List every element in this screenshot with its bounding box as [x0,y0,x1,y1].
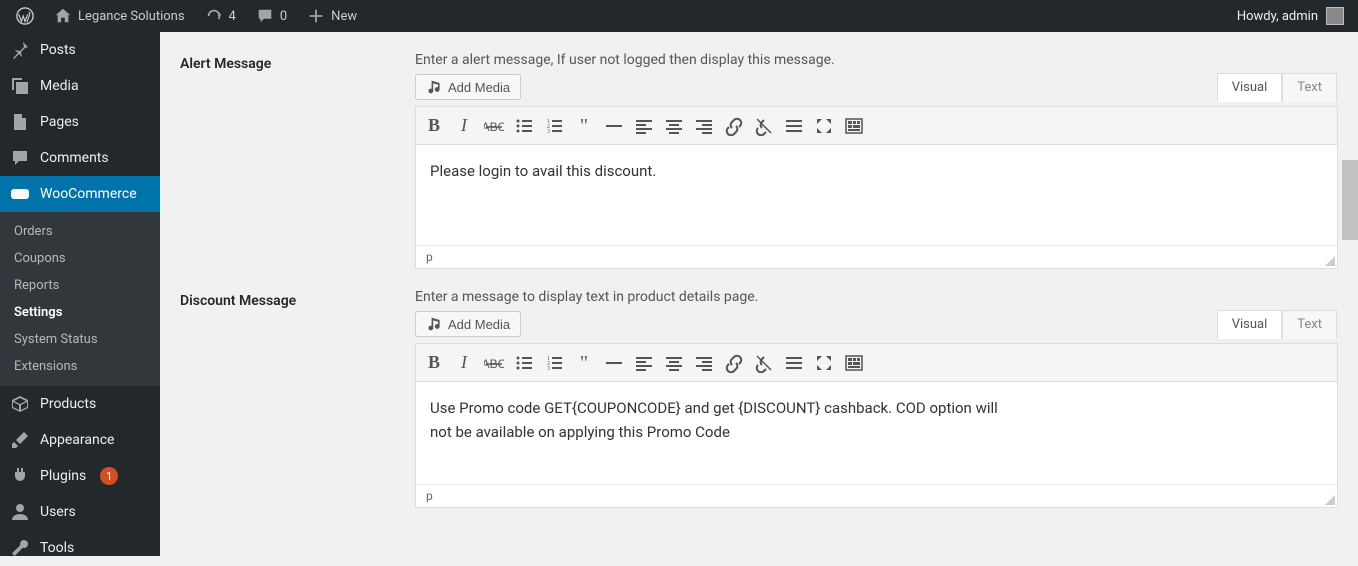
account-link[interactable]: Howdy, admin [1237,7,1350,25]
menu-pages[interactable]: Pages [0,104,160,140]
toolbar-toggle-button[interactable] [840,349,868,377]
wp-logo[interactable] [8,0,42,32]
strike-button[interactable] [480,349,508,377]
site-name-link[interactable]: Legance Solutions [46,0,193,32]
admin-sidebar: Posts Media Pages Comments WooCommerce O… [0,32,160,556]
woocommerce-submenu: Orders Coupons Reports Settings System S… [0,212,160,386]
tab-text[interactable]: Text [1282,73,1337,102]
resize-handle[interactable] [1323,254,1335,266]
bold-button[interactable]: B [420,349,448,377]
menu-posts[interactable]: Posts [0,32,160,68]
menu-media[interactable]: Media [0,68,160,104]
align-left-button[interactable] [630,112,658,140]
pin-icon [10,40,30,60]
alert-editor-body[interactable]: Please login to avail this discount. [416,145,1337,245]
plug-icon [10,466,30,486]
updates-link[interactable]: 4 [197,0,244,32]
menu-woocommerce[interactable]: WooCommerce [0,176,160,212]
media-note-icon [426,79,442,95]
home-icon [54,7,72,25]
menu-users[interactable]: Users [0,494,160,530]
quote-button[interactable] [570,112,598,140]
menu-comments[interactable]: Comments [0,140,160,176]
toolbar-toggle-button[interactable] [840,112,868,140]
plus-icon [307,7,325,25]
refresh-icon [205,7,223,25]
link-button[interactable] [720,112,748,140]
submenu-system-status[interactable]: System Status [0,326,160,353]
discount-editor: Visual Text B I [415,343,1338,508]
hr-button[interactable] [600,349,628,377]
tab-visual[interactable]: Visual [1217,310,1283,339]
italic-button[interactable]: I [450,349,478,377]
fullscreen-button[interactable] [810,349,838,377]
comments-link[interactable]: 0 [248,0,295,32]
submenu-extensions[interactable]: Extensions [0,353,160,380]
add-media-button[interactable]: Add Media [415,311,521,337]
menu-plugins[interactable]: Plugins1 [0,458,160,494]
cube-icon [10,394,30,414]
alert-editor: Visual Text B I [415,106,1338,269]
more-button[interactable] [780,349,808,377]
brush-icon [10,430,30,450]
admin-bar: Legance Solutions 4 0 New Howdy, admin [0,0,1358,32]
editor-status-bar: p [416,484,1337,507]
unlink-button[interactable] [750,112,778,140]
align-left-button[interactable] [630,349,658,377]
content-area: Alert Message Enter a alert message, If … [160,32,1358,556]
page-icon [10,112,30,132]
discount-editor-body[interactable]: Use Promo code GET{COUPONCODE} and get {… [416,382,1016,484]
comment-icon [256,7,274,25]
submenu-settings[interactable]: Settings [0,299,160,326]
new-content-link[interactable]: New [299,0,365,32]
italic-button[interactable]: I [450,112,478,140]
menu-products[interactable]: Products [0,386,160,422]
menu-tools[interactable]: Tools [0,530,160,566]
editor-toolbar: B I [416,344,1337,382]
comment-icon [10,148,30,168]
strike-button[interactable] [480,112,508,140]
bold-button[interactable]: B [420,112,448,140]
discount-message-row: Discount Message Enter a message to disp… [180,289,1338,508]
discount-message-desc: Enter a message to display text in produ… [415,289,1338,305]
align-center-button[interactable] [660,112,688,140]
plugins-update-badge: 1 [100,467,118,485]
fullscreen-button[interactable] [810,112,838,140]
submenu-coupons[interactable]: Coupons [0,245,160,272]
ul-button[interactable] [510,349,538,377]
more-button[interactable] [780,112,808,140]
scrollbar[interactable] [1342,160,1358,390]
align-right-button[interactable] [690,349,718,377]
submenu-reports[interactable]: Reports [0,272,160,299]
wrench-icon [10,538,30,558]
woo-icon [10,184,30,204]
alert-message-row: Alert Message Enter a alert message, If … [180,52,1338,269]
alert-message-desc: Enter a alert message, If user not logge… [415,52,1338,68]
alert-message-label: Alert Message [180,52,415,269]
avatar-icon [1326,7,1344,25]
add-media-button[interactable]: Add Media [415,74,521,100]
editor-status-bar: p [416,245,1337,268]
user-icon [10,502,30,522]
unlink-button[interactable] [750,349,778,377]
ol-button[interactable] [540,112,568,140]
menu-appearance[interactable]: Appearance [0,422,160,458]
media-note-icon [426,316,442,332]
ol-button[interactable] [540,349,568,377]
align-right-button[interactable] [690,112,718,140]
editor-toolbar: B I [416,107,1337,145]
resize-handle[interactable] [1323,493,1335,505]
align-center-button[interactable] [660,349,688,377]
hr-button[interactable] [600,112,628,140]
link-button[interactable] [720,349,748,377]
ul-button[interactable] [510,112,538,140]
quote-button[interactable] [570,349,598,377]
tab-text[interactable]: Text [1282,310,1337,339]
tab-visual[interactable]: Visual [1217,73,1283,102]
media-icon [10,76,30,96]
discount-message-label: Discount Message [180,289,415,508]
submenu-orders[interactable]: Orders [0,218,160,245]
